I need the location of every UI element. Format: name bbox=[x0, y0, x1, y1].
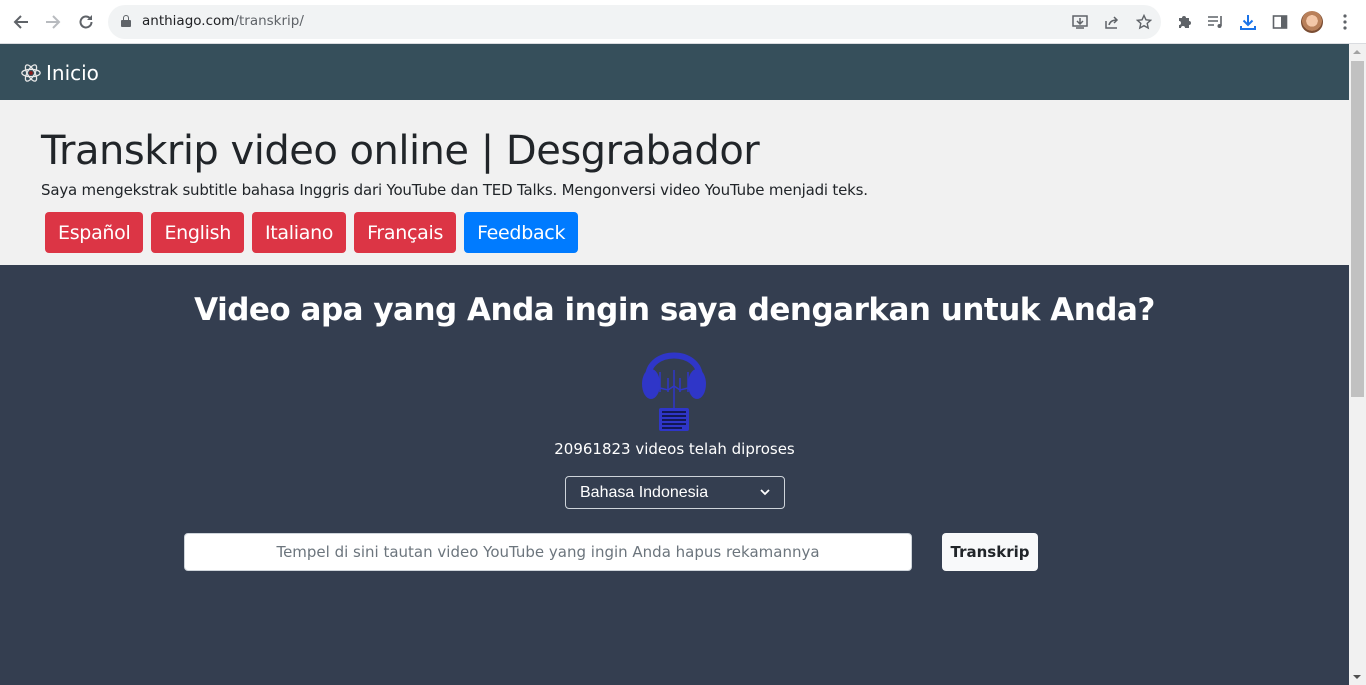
avatar[interactable] bbox=[1301, 11, 1323, 33]
url-text[interactable]: anthiago.com/transkrip/ bbox=[142, 13, 304, 29]
home-link-label: Inicio bbox=[46, 61, 99, 85]
home-link[interactable]: Inicio bbox=[20, 61, 99, 85]
bookmark-button[interactable] bbox=[1134, 12, 1154, 32]
language-buttons: Español English Italiano Français Feedba… bbox=[45, 212, 579, 253]
lock-icon bbox=[121, 15, 131, 27]
transcribe-button[interactable]: Transkrip bbox=[942, 533, 1038, 571]
install-app-icon bbox=[1072, 15, 1088, 29]
page-subtitle: Saya mengekstrak subtitle bahasa Inggris… bbox=[41, 181, 868, 199]
url-domain: anthiago.com bbox=[142, 13, 235, 29]
forward-arrow-icon bbox=[46, 15, 61, 29]
media-control-button[interactable] bbox=[1205, 11, 1227, 33]
side-panel-button[interactable] bbox=[1269, 11, 1291, 33]
puzzle-icon bbox=[1179, 16, 1191, 28]
feedback-button[interactable]: Feedback bbox=[464, 212, 579, 253]
scrollbar-thumb[interactable] bbox=[1351, 61, 1364, 397]
hero-section: Transkrip video online | Desgrabador Say… bbox=[0, 100, 1349, 265]
scroll-down-arrow-icon[interactable] bbox=[1353, 675, 1361, 679]
back-button[interactable] bbox=[8, 9, 34, 35]
video-url-placeholder: Tempel di sini tautan video YouTube yang… bbox=[276, 543, 820, 561]
downloads-button[interactable] bbox=[1237, 11, 1259, 33]
browser-toolbar: anthiago.com/transkrip/ bbox=[0, 0, 1366, 44]
video-url-input[interactable]: Tempel di sini tautan video YouTube yang… bbox=[184, 533, 912, 571]
reload-button[interactable] bbox=[73, 9, 99, 35]
language-button-espanol[interactable]: Español bbox=[45, 212, 144, 253]
navbar: Inicio bbox=[0, 44, 1349, 100]
atom-icon bbox=[21, 64, 41, 82]
reload-icon bbox=[79, 15, 93, 29]
scroll-up-arrow-icon[interactable] bbox=[1353, 50, 1361, 54]
media-queue-icon bbox=[1208, 16, 1222, 28]
share-button[interactable] bbox=[1102, 12, 1122, 32]
install-app-button[interactable] bbox=[1070, 12, 1090, 32]
kebab-menu-icon bbox=[1343, 14, 1347, 30]
headphones-transcript-icon bbox=[642, 352, 706, 431]
language-button-italiano[interactable]: Italiano bbox=[251, 212, 347, 253]
language-button-english[interactable]: English bbox=[151, 212, 244, 253]
extensions-button[interactable] bbox=[1173, 11, 1195, 33]
page-title: Transkrip video online | Desgrabador bbox=[41, 128, 760, 174]
transcribe-section: Video apa yang Anda ingin saya dengarkan… bbox=[0, 265, 1349, 685]
url-path: /transkrip/ bbox=[234, 13, 304, 29]
processed-counter: 20961823 videos telah diproses bbox=[554, 440, 795, 458]
share-icon bbox=[1105, 16, 1119, 29]
side-panel-icon bbox=[1272, 15, 1288, 29]
language-select[interactable]: Bahasa Indonesia bbox=[565, 476, 785, 509]
page-scrollbar[interactable] bbox=[1349, 44, 1366, 685]
section-heading: Video apa yang Anda ingin saya dengarkan… bbox=[194, 292, 1155, 328]
download-icon bbox=[1240, 15, 1256, 30]
language-select-value: Bahasa Indonesia bbox=[580, 483, 709, 501]
chevron-down-icon bbox=[760, 489, 770, 496]
menu-button[interactable] bbox=[1334, 11, 1356, 33]
star-icon bbox=[1136, 14, 1152, 30]
address-bar[interactable]: anthiago.com/transkrip/ bbox=[108, 5, 1161, 39]
forward-button[interactable] bbox=[40, 9, 66, 35]
back-arrow-icon bbox=[13, 15, 28, 29]
language-button-francais[interactable]: Français bbox=[354, 212, 457, 253]
